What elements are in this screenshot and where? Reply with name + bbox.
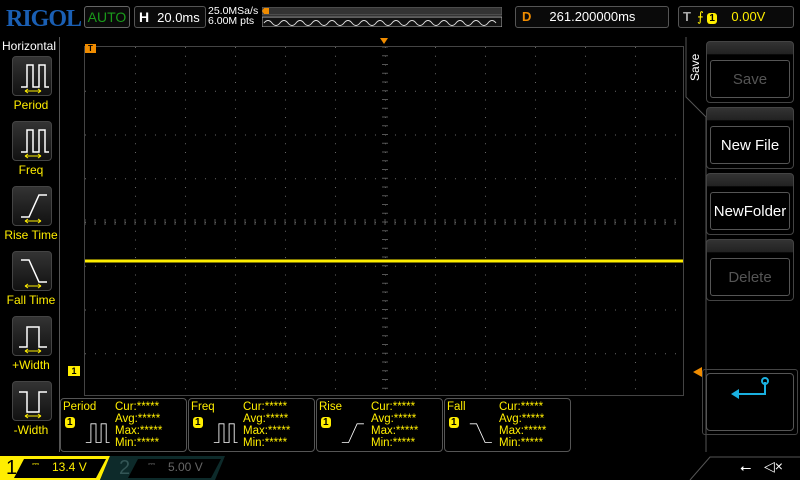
measurement-panel[interactable]: Rise 1 Cur:***** Avg:***** Max:***** Min:****… xyxy=(316,398,443,452)
measurement-name: Freq xyxy=(191,401,215,413)
timebase-value: 20.0ms xyxy=(157,10,200,25)
delay-indicator[interactable]: D 261.200000ms xyxy=(515,6,669,28)
period-icon xyxy=(21,64,49,94)
menu-button-0[interactable]: Save xyxy=(706,41,794,103)
memory-overview-bar[interactable] xyxy=(262,7,502,27)
positive-width-icon xyxy=(19,326,47,354)
measure-label: -Width xyxy=(13,423,49,437)
menu-button-label: NewFolder xyxy=(710,192,790,230)
cur-value: Cur:***** xyxy=(115,401,160,413)
measure-label: Fall Time xyxy=(6,293,56,307)
waveform-grid xyxy=(84,46,684,396)
measurement-icon xyxy=(341,423,364,443)
delay-label: D xyxy=(522,9,532,24)
return-arrow-icon xyxy=(731,377,769,399)
measurement-icon xyxy=(85,423,110,443)
cur-value: Cur:***** xyxy=(371,401,416,413)
menu-title: Save xyxy=(688,53,702,81)
fall-time-icon xyxy=(21,259,47,289)
measurement-source: 1 xyxy=(65,417,75,428)
negative-width-icon xyxy=(19,391,47,419)
measure-button-2[interactable] xyxy=(12,186,52,226)
measurement-panel[interactable]: Freq 1 Cur:***** Avg:***** Max:***** Min:****… xyxy=(188,398,315,452)
menu-button-label: Delete xyxy=(710,258,790,296)
menu-button-3[interactable]: Delete xyxy=(706,239,794,301)
trigger-level: 0.00V xyxy=(731,9,766,24)
ch2-number[interactable]: 2 xyxy=(119,457,130,480)
measurement-panel[interactable]: Period 1 Cur:***** Avg:***** Max:***** Min:**… xyxy=(60,398,187,452)
measure-label: Period xyxy=(13,98,49,112)
measure-button-3[interactable] xyxy=(12,251,52,291)
usb-icon: ⭠ xyxy=(740,459,752,475)
measurement-icon xyxy=(213,423,238,443)
ch2-dc-coupling-icon: ⎓ xyxy=(148,459,156,469)
trigger-indicator[interactable]: T ⨍ 1 0.00V xyxy=(678,6,794,28)
measure-label: +Width xyxy=(12,358,50,372)
min-value: Min:***** xyxy=(115,437,160,449)
delay-value: 261.200000ms xyxy=(549,9,636,24)
timebase-label: H xyxy=(139,9,150,25)
measurement-source: 1 xyxy=(193,417,203,428)
measurement-source: 1 xyxy=(321,417,331,428)
rise-time-icon xyxy=(21,194,47,224)
menu-button-label: New File xyxy=(710,126,790,164)
measure-button-0[interactable] xyxy=(12,56,52,96)
menu-button-label: Save xyxy=(710,60,790,98)
rising-edge-icon: ⨍ xyxy=(696,9,704,24)
measure-button-5[interactable] xyxy=(12,381,52,421)
max-value: Max:***** xyxy=(371,425,419,437)
run-mode-button[interactable]: AUTO xyxy=(84,6,130,28)
ch1-dc-coupling-icon: ⎓ xyxy=(32,459,40,469)
measure-label: Freq xyxy=(18,163,44,177)
trigger-position-marker[interactable]: T xyxy=(85,44,96,53)
rigol-logo: RIGOL xyxy=(6,6,82,32)
min-value: Min:***** xyxy=(499,437,544,449)
measurement-panel[interactable]: Fall 1 Cur:***** Avg:***** Max:***** Min:****… xyxy=(444,398,571,452)
trigger-source: 1 xyxy=(707,13,717,24)
cur-value: Cur:***** xyxy=(499,401,544,413)
avg-value: Avg:***** xyxy=(499,413,545,425)
ch2-scale[interactable]: 5.00 V xyxy=(168,460,203,474)
acquisition-info: 25.0MSa/s 6.00M pts xyxy=(208,6,258,27)
trigger-label: T xyxy=(683,9,691,24)
max-value: Max:***** xyxy=(499,425,547,437)
measurement-name: Fall xyxy=(447,401,466,413)
menu-button-2[interactable]: NewFolder xyxy=(706,173,794,235)
max-value: Max:***** xyxy=(115,425,163,437)
measure-button-1[interactable] xyxy=(12,121,52,161)
min-value: Min:***** xyxy=(371,437,416,449)
ch1-ground-marker[interactable]: 1 xyxy=(68,366,80,376)
avg-value: Avg:***** xyxy=(243,413,289,425)
timebase-indicator[interactable]: H 20.0ms xyxy=(134,6,206,28)
measure-button-4[interactable] xyxy=(12,316,52,356)
memory-depth: 6.00M pts xyxy=(208,15,255,27)
channel-bar: 1 ⎓ 13.4 V 2 ⎓ 5.00 V ⭠ ◁× xyxy=(0,456,800,480)
avg-value: Avg:***** xyxy=(115,413,161,425)
ch1-number[interactable]: 1 xyxy=(6,457,17,480)
ch1-scale[interactable]: 13.4 V xyxy=(52,460,87,474)
measure-label: Rise Time xyxy=(4,228,58,242)
trigger-time-marker[interactable] xyxy=(380,38,388,48)
min-value: Min:***** xyxy=(243,437,288,449)
freq-icon xyxy=(21,129,49,159)
back-button[interactable] xyxy=(706,373,794,431)
menu-button-1[interactable]: New File xyxy=(706,107,794,169)
measurement-source: 1 xyxy=(449,417,459,428)
cur-value: Cur:***** xyxy=(243,401,288,413)
max-value: Max:***** xyxy=(243,425,291,437)
avg-value: Avg:***** xyxy=(371,413,417,425)
measurement-name: Rise xyxy=(319,401,343,413)
measurement-name: Period xyxy=(63,401,97,413)
measurement-icon xyxy=(469,423,492,443)
mute-icon[interactable]: ◁× xyxy=(764,458,783,475)
sidebar-title: Horizontal xyxy=(2,39,57,53)
